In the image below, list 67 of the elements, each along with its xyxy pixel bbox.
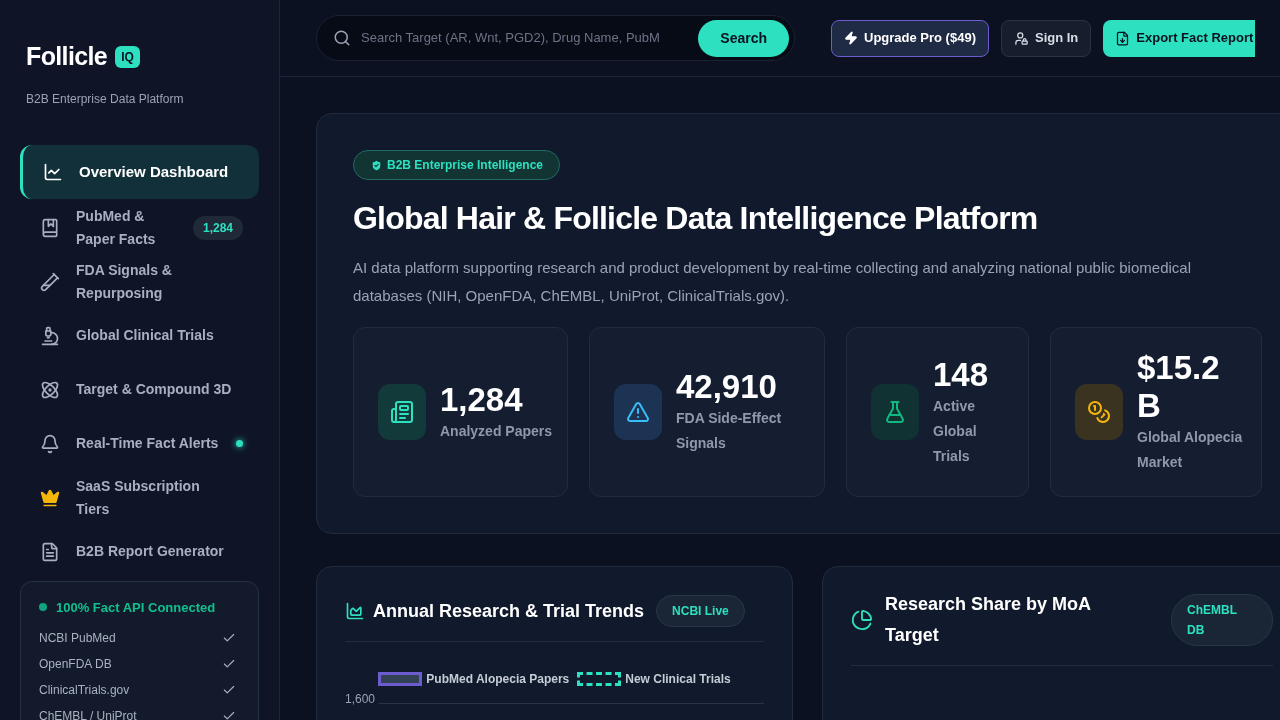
nav-item[interactable]: Real-Time Fact Alerts	[20, 416, 259, 471]
upgrade-button[interactable]: Upgrade Pro ($49)	[831, 19, 989, 57]
hero-description: AI data platform supporting research and product development by real-time collecting and analyzing national public biomedical databases (NIH, OpenFDA, ChEMBL, UniProt, ClinicalTrials.gov).	[353, 258, 1192, 306]
nav-item[interactable]: B2B Report Generator	[20, 524, 259, 579]
atom-icon	[40, 379, 60, 400]
nav-label: B2B Report Generator	[76, 542, 225, 561]
test-tube-icon	[40, 271, 60, 292]
nav-label: FDA Signals & Repurposing	[76, 260, 173, 303]
legend-label: New Clinical Trials	[625, 671, 731, 688]
nav-label: SaaS Subscription Tiers	[76, 476, 201, 519]
bell-icon	[40, 433, 60, 454]
search-button[interactable]: Search	[698, 19, 789, 57]
stat-value: $15.2 B	[1137, 349, 1221, 425]
stat-label: FDA Side-Effect Signals	[676, 409, 783, 453]
y-axis-tick: 1,600	[345, 691, 376, 708]
search-field[interactable]: Search Target (AR, Wnt, PGD2), Drug Name, PubM Search	[316, 15, 795, 61]
stat-value: 1,284	[440, 380, 524, 419]
nav-label: Real-Time Fact Alerts	[76, 434, 220, 453]
export-button[interactable]: Export Fact Report	[1103, 19, 1256, 57]
nav-item[interactable]: Global Clinical Trials	[20, 308, 259, 363]
book-icon	[40, 217, 60, 238]
newspaper-icon	[378, 384, 426, 440]
source-name: OpenFDA DB	[39, 656, 112, 673]
source-name: ChEMBL / UniProt	[39, 708, 137, 720]
nav-item[interactable]: Overview Dashboard	[20, 144, 259, 199]
line-chart-icon	[43, 161, 63, 182]
pie-chart-icon	[851, 609, 873, 631]
crown-icon	[40, 487, 60, 508]
stat-label: Active Global Trials	[933, 396, 978, 466]
nav-item[interactable]: SaaS Subscription Tiers	[20, 470, 259, 525]
card-tag: NCBI Live	[656, 595, 745, 627]
nav-label: Global Clinical Trials	[76, 326, 215, 345]
nav-label: Overview Dashboard	[79, 162, 230, 182]
shield-icon	[370, 158, 383, 172]
sign-in-button[interactable]: Sign In	[1001, 19, 1092, 57]
nav-item[interactable]: FDA Signals & Repurposing	[20, 254, 259, 309]
brand-subtitle: B2B Enterprise Data Platform	[25, 90, 185, 108]
source-name: ClinicalTrials.gov	[39, 682, 130, 699]
stat-value: 42,910	[676, 368, 778, 406]
pdf-file-icon	[1115, 30, 1131, 46]
document-icon	[40, 541, 60, 562]
hero-badge: B2B Enterprise Intelligence	[353, 150, 561, 180]
microscope-icon	[40, 325, 60, 346]
nav-label: PubMed & Paper Facts	[76, 206, 157, 249]
coins-icon	[1075, 384, 1123, 440]
source-name: NCBI PubMed	[39, 630, 116, 647]
legend-label: PubMed Alopecia Papers	[426, 671, 570, 688]
brand-badge: IQ	[115, 45, 140, 68]
stat-label: Global Alopecia Market	[1137, 428, 1244, 472]
card-title: Annual Research & Trial Trends	[373, 599, 645, 623]
nav-label: Target & Compound 3D	[76, 380, 233, 399]
count-badge: 1,284	[192, 215, 243, 240]
card-title: Research Share by MoA Target	[885, 593, 1092, 647]
warning-icon	[614, 384, 662, 440]
lightning-icon	[844, 31, 858, 45]
stat-label: Analyzed Papers	[440, 421, 553, 441]
search-icon	[333, 29, 351, 47]
hero-title: Global Hair & Follicle Data Intelligence Platform	[353, 199, 1039, 238]
card-tag: ChEMBL DB	[1171, 594, 1273, 646]
brand-name: Follicle	[26, 41, 108, 72]
nav-item[interactable]: PubMed & Paper Facts 1,284	[20, 200, 259, 255]
user-lock-icon	[1014, 30, 1029, 46]
stat-value: 148	[933, 355, 990, 394]
area-chart-icon	[345, 601, 365, 621]
flask-icon	[871, 384, 919, 440]
status-title: 100% Fact API Connected	[56, 598, 216, 617]
nav-item[interactable]: Target & Compound 3D	[20, 362, 259, 417]
